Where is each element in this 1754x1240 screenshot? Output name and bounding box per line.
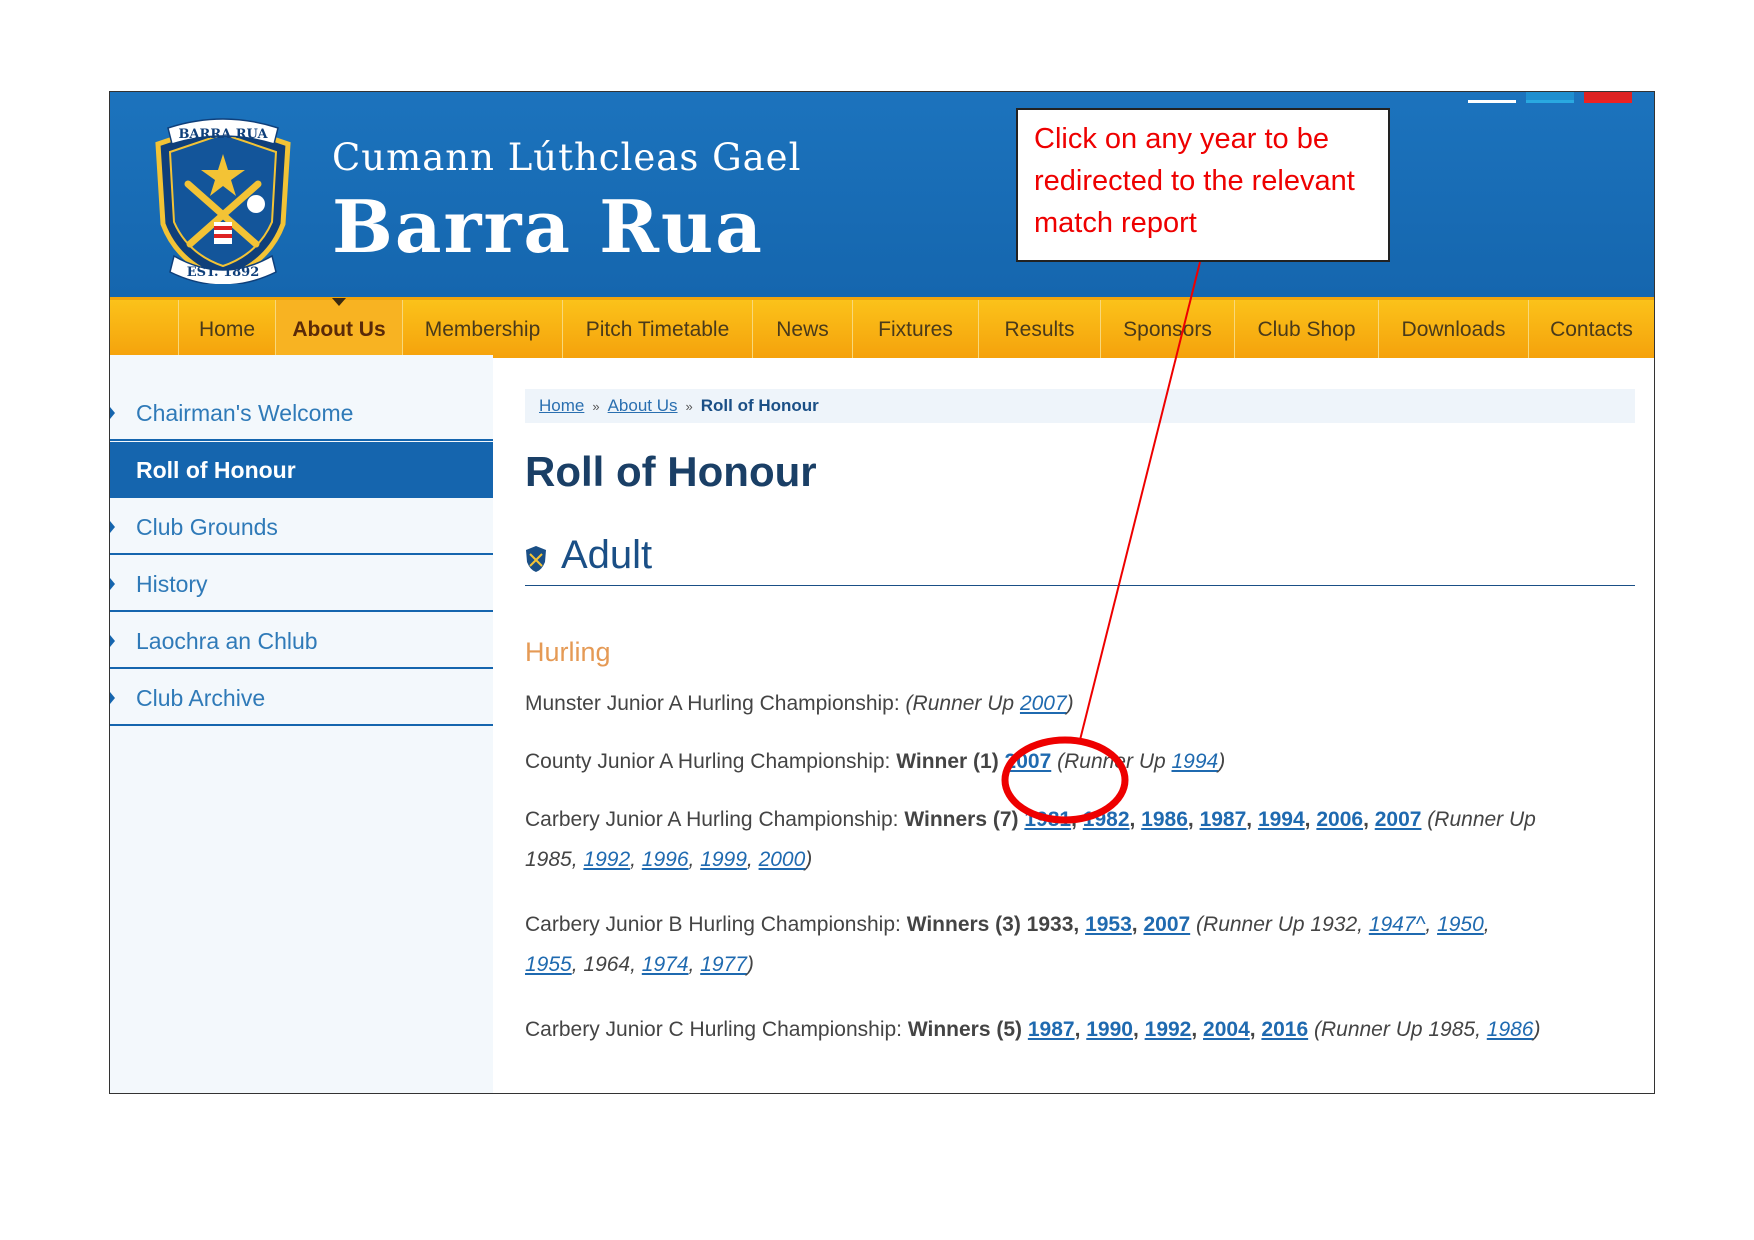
annotation-pointer-line [1079, 261, 1201, 741]
annotation-circle [1001, 736, 1129, 824]
annotation-callout: Click on any year to be redirected to th… [1016, 108, 1390, 262]
annotation-overlay [1001, 261, 1201, 824]
